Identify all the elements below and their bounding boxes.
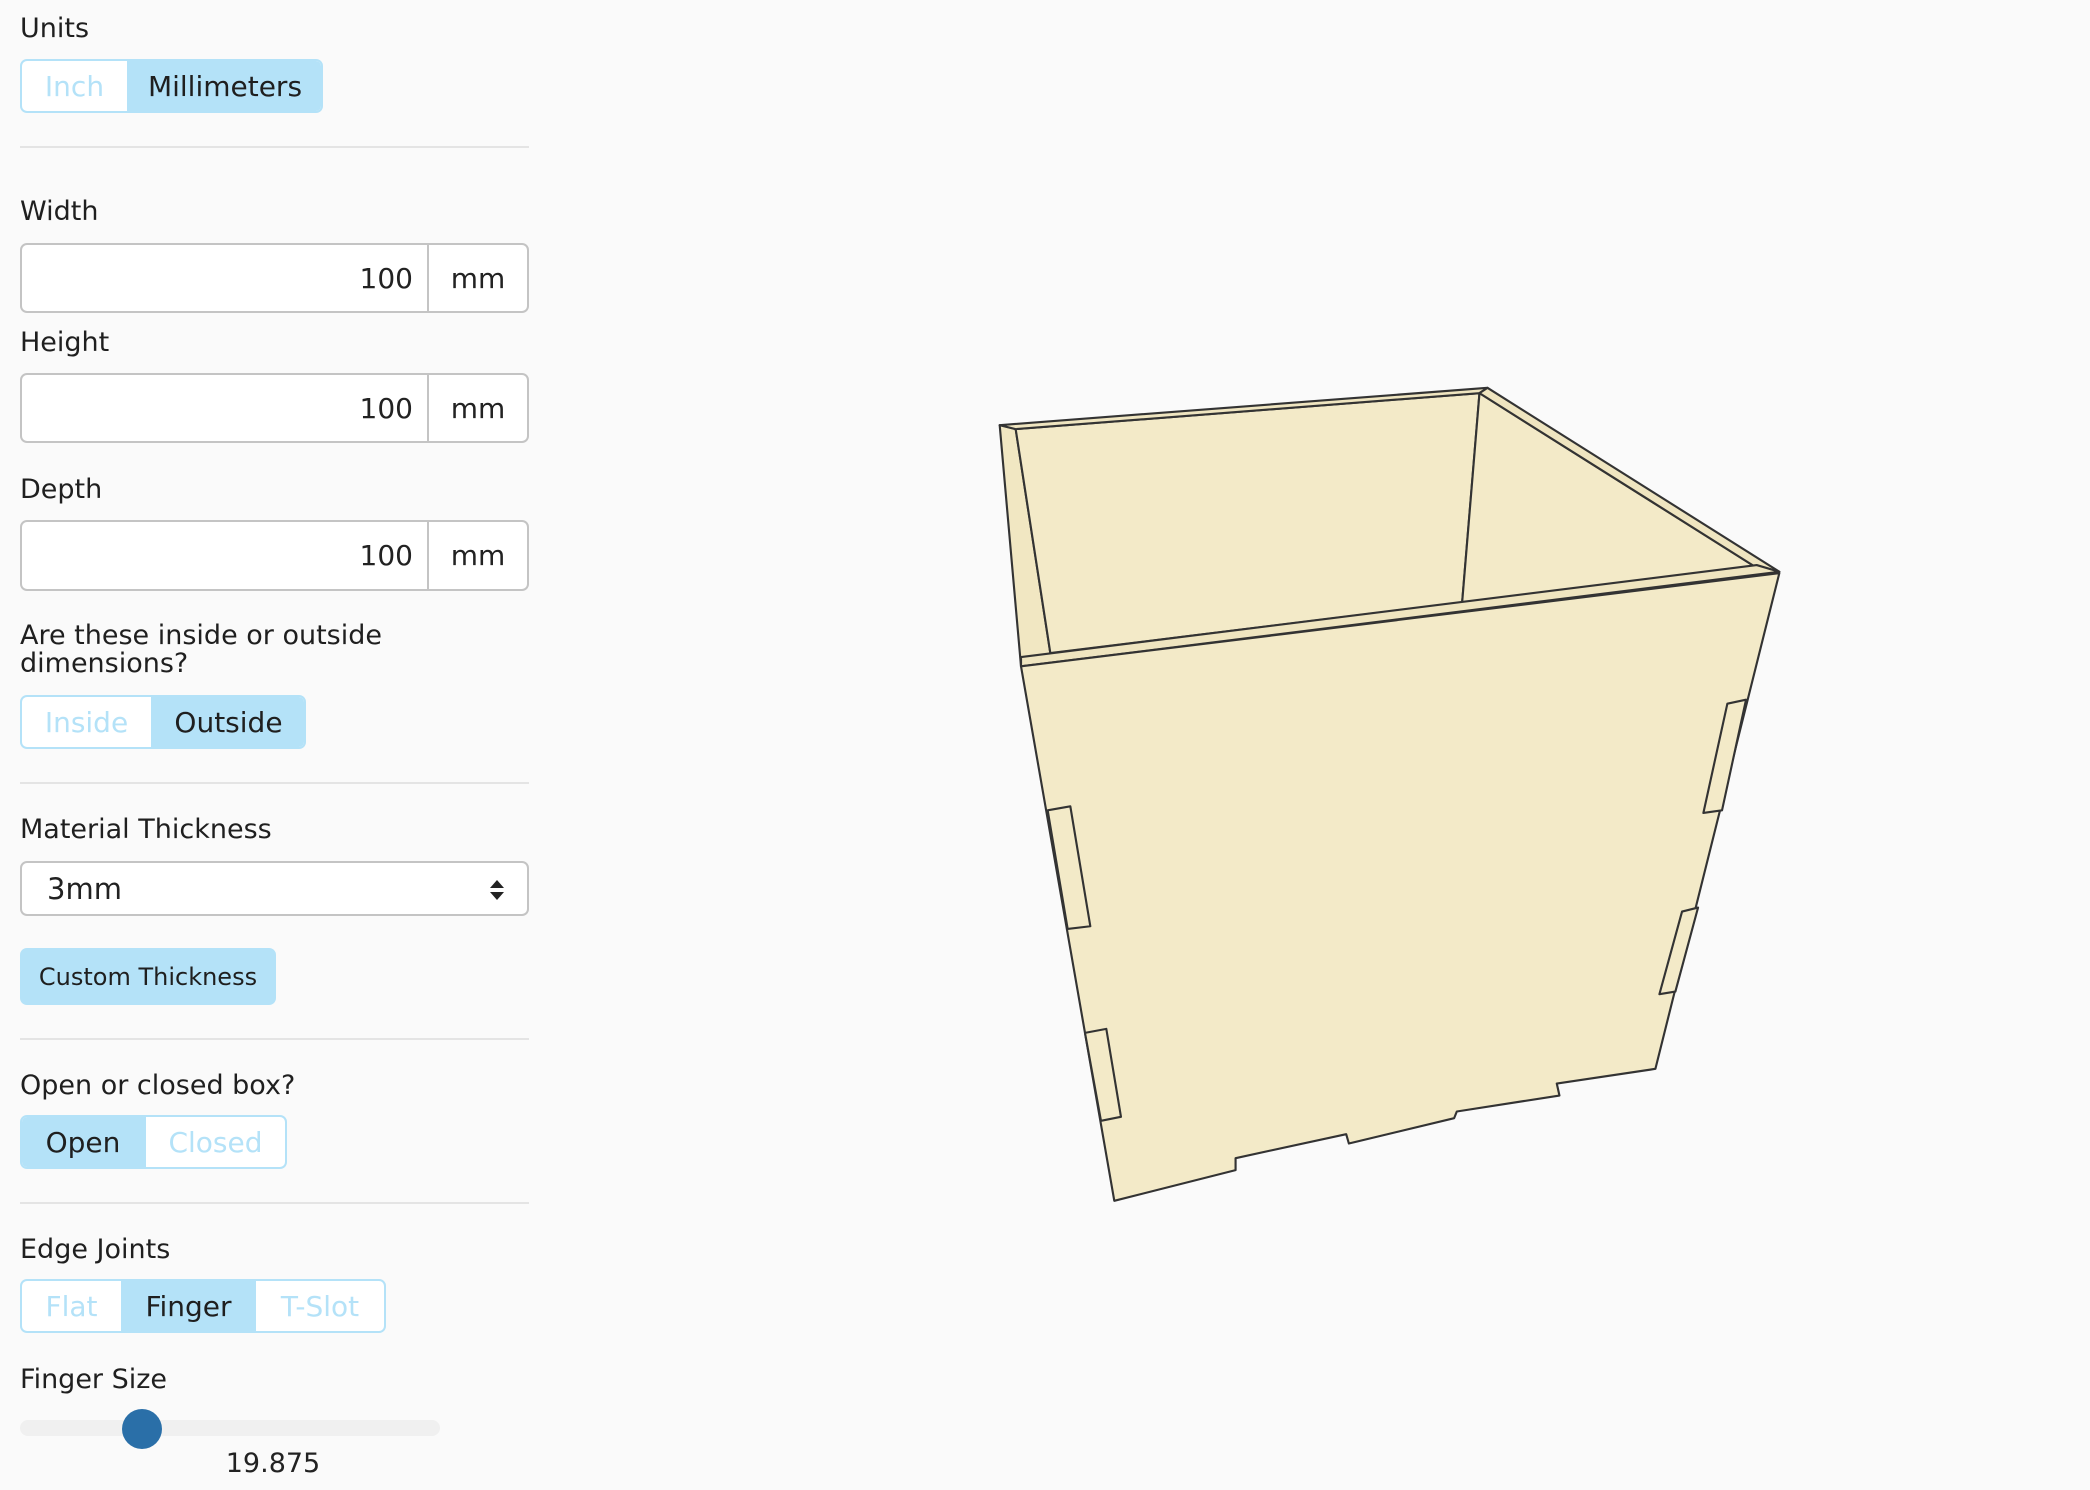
box-front-wall: [1019, 572, 1781, 1202]
box-3d-preview[interactable]: [0, 0, 2090, 1490]
